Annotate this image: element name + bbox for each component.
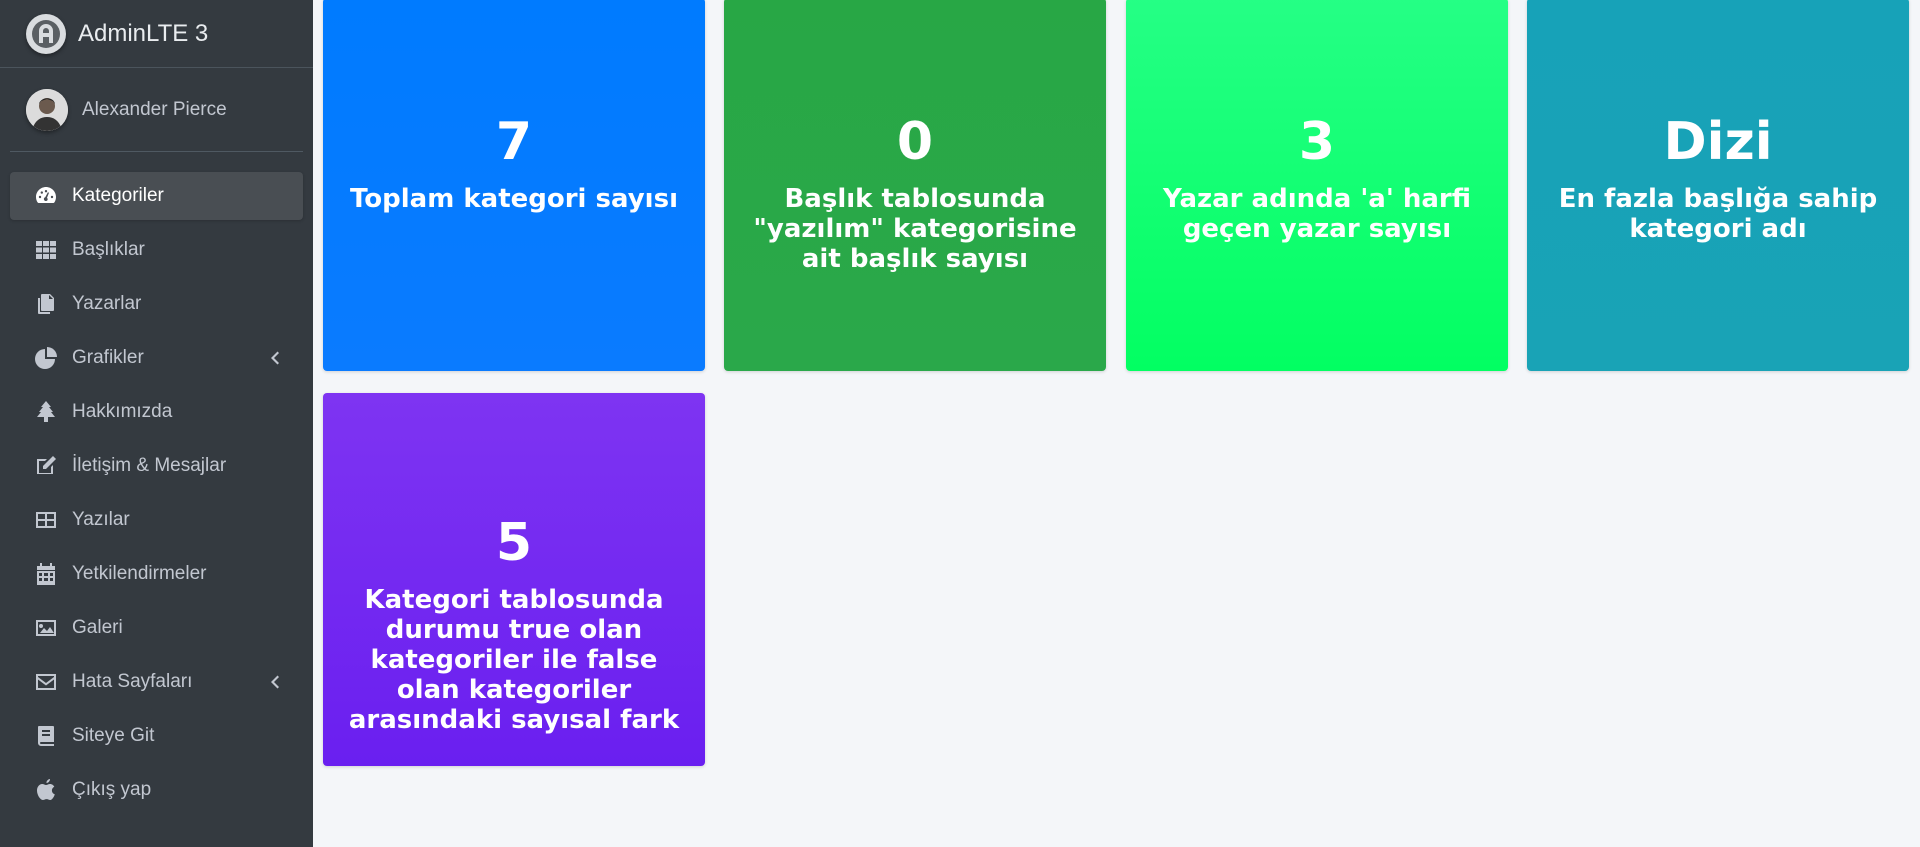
edit-icon xyxy=(34,454,58,478)
sidebar-item-label: Hata Sayfaları xyxy=(72,671,193,692)
user-avatar xyxy=(26,88,68,131)
user-name: Alexander Pierce xyxy=(82,98,227,120)
card-value: 0 xyxy=(896,112,934,172)
adminlte-logo-icon xyxy=(26,13,66,54)
sidebar-item-galeri[interactable]: Galeri xyxy=(10,604,303,652)
envelope-icon xyxy=(34,670,58,694)
brand-title: AdminLTE 3 xyxy=(78,19,209,47)
pie-chart-icon xyxy=(34,346,58,370)
card-value: 7 xyxy=(495,112,533,172)
chevron-left-icon[interactable] xyxy=(265,348,285,368)
sidebar-item-siteye-git[interactable]: Siteye Git xyxy=(10,712,303,760)
sidebar-item-iletisim[interactable]: İletişim & Mesajlar xyxy=(10,442,303,490)
sidebar-item-yazilar[interactable]: Yazılar xyxy=(10,496,303,544)
stat-card-software-titles[interactable]: 0 Başlık tablosunda "yazılım" kategorisi… xyxy=(724,0,1106,371)
stat-card-total-categories[interactable]: 7 Toplam kategori sayısı xyxy=(323,0,705,371)
sidebar-item-label: Siteye Git xyxy=(72,725,155,746)
calendar-icon xyxy=(34,562,58,586)
tree-icon xyxy=(34,400,58,424)
sidebar-item-label: Hakkımızda xyxy=(72,401,173,422)
sidebar-item-yetkilendirmeler[interactable]: Yetkilendirmeler xyxy=(10,550,303,598)
grid-icon xyxy=(34,238,58,262)
sidebar-item-label: Grafikler xyxy=(72,347,144,368)
image-icon xyxy=(34,616,58,640)
sidebar-item-label: Çıkış yap xyxy=(72,779,152,800)
card-label: Başlık tablosunda "yazılım" kategorisine… xyxy=(753,184,1077,274)
main-sidebar: AdminLTE 3 Alexander Pierce Kategoriler … xyxy=(0,0,313,847)
sidebar-item-kategoriler[interactable]: Kategoriler xyxy=(10,172,303,220)
card-label: Toplam kategori sayısı xyxy=(350,184,678,214)
stat-card-top-category[interactable]: Dizi En fazla başlığa sahip kategori adı xyxy=(1527,0,1909,371)
apple-icon xyxy=(34,778,58,802)
sidebar-item-cikis-yap[interactable]: Çıkış yap xyxy=(10,766,303,814)
card-label: Kategori tablosunda durumu true olan kat… xyxy=(348,585,680,735)
card-label: En fazla başlığa sahip kategori adı xyxy=(1558,184,1878,244)
sidebar-menu: Kategoriler Başlıklar Yazarlar Grafikler… xyxy=(0,152,313,814)
sidebar-item-label: Yazılar xyxy=(72,509,130,530)
sidebar-item-label: Yazarlar xyxy=(72,293,142,314)
user-panel[interactable]: Alexander Pierce xyxy=(10,68,303,152)
card-value: Dizi xyxy=(1663,112,1773,172)
book-icon xyxy=(34,724,58,748)
stat-card-authors-with-a[interactable]: 3 Yazar adında 'a' harfi geçen yazar say… xyxy=(1126,0,1508,371)
sidebar-item-grafikler[interactable]: Grafikler xyxy=(10,334,303,382)
tachometer-icon xyxy=(34,184,58,208)
content-wrapper: 7 Toplam kategori sayısı 0 Başlık tablos… xyxy=(313,0,1920,847)
sidebar-item-basliklar[interactable]: Başlıklar xyxy=(10,226,303,274)
sidebar-item-yazarlar[interactable]: Yazarlar xyxy=(10,280,303,328)
copy-icon xyxy=(34,292,58,316)
sidebar-item-label: İletişim & Mesajlar xyxy=(72,455,227,476)
sidebar-item-hata-sayfalari[interactable]: Hata Sayfaları xyxy=(10,658,303,706)
sidebar-item-label: Başlıklar xyxy=(72,239,145,260)
sidebar-item-hakkimizda[interactable]: Hakkımızda xyxy=(10,388,303,436)
brand-link[interactable]: AdminLTE 3 xyxy=(0,0,313,68)
sidebar-item-label: Galeri xyxy=(72,617,123,638)
card-label: Yazar adında 'a' harfi geçen yazar sayıs… xyxy=(1163,184,1471,244)
sidebar-item-label: Kategoriler xyxy=(72,185,164,206)
table-icon xyxy=(34,508,58,532)
card-value: 5 xyxy=(495,513,533,573)
chevron-left-icon[interactable] xyxy=(265,672,285,692)
stat-card-status-difference[interactable]: 5 Kategori tablosunda durumu true olan k… xyxy=(323,393,705,766)
sidebar-item-label: Yetkilendirmeler xyxy=(72,563,207,584)
card-value: 3 xyxy=(1298,112,1336,172)
